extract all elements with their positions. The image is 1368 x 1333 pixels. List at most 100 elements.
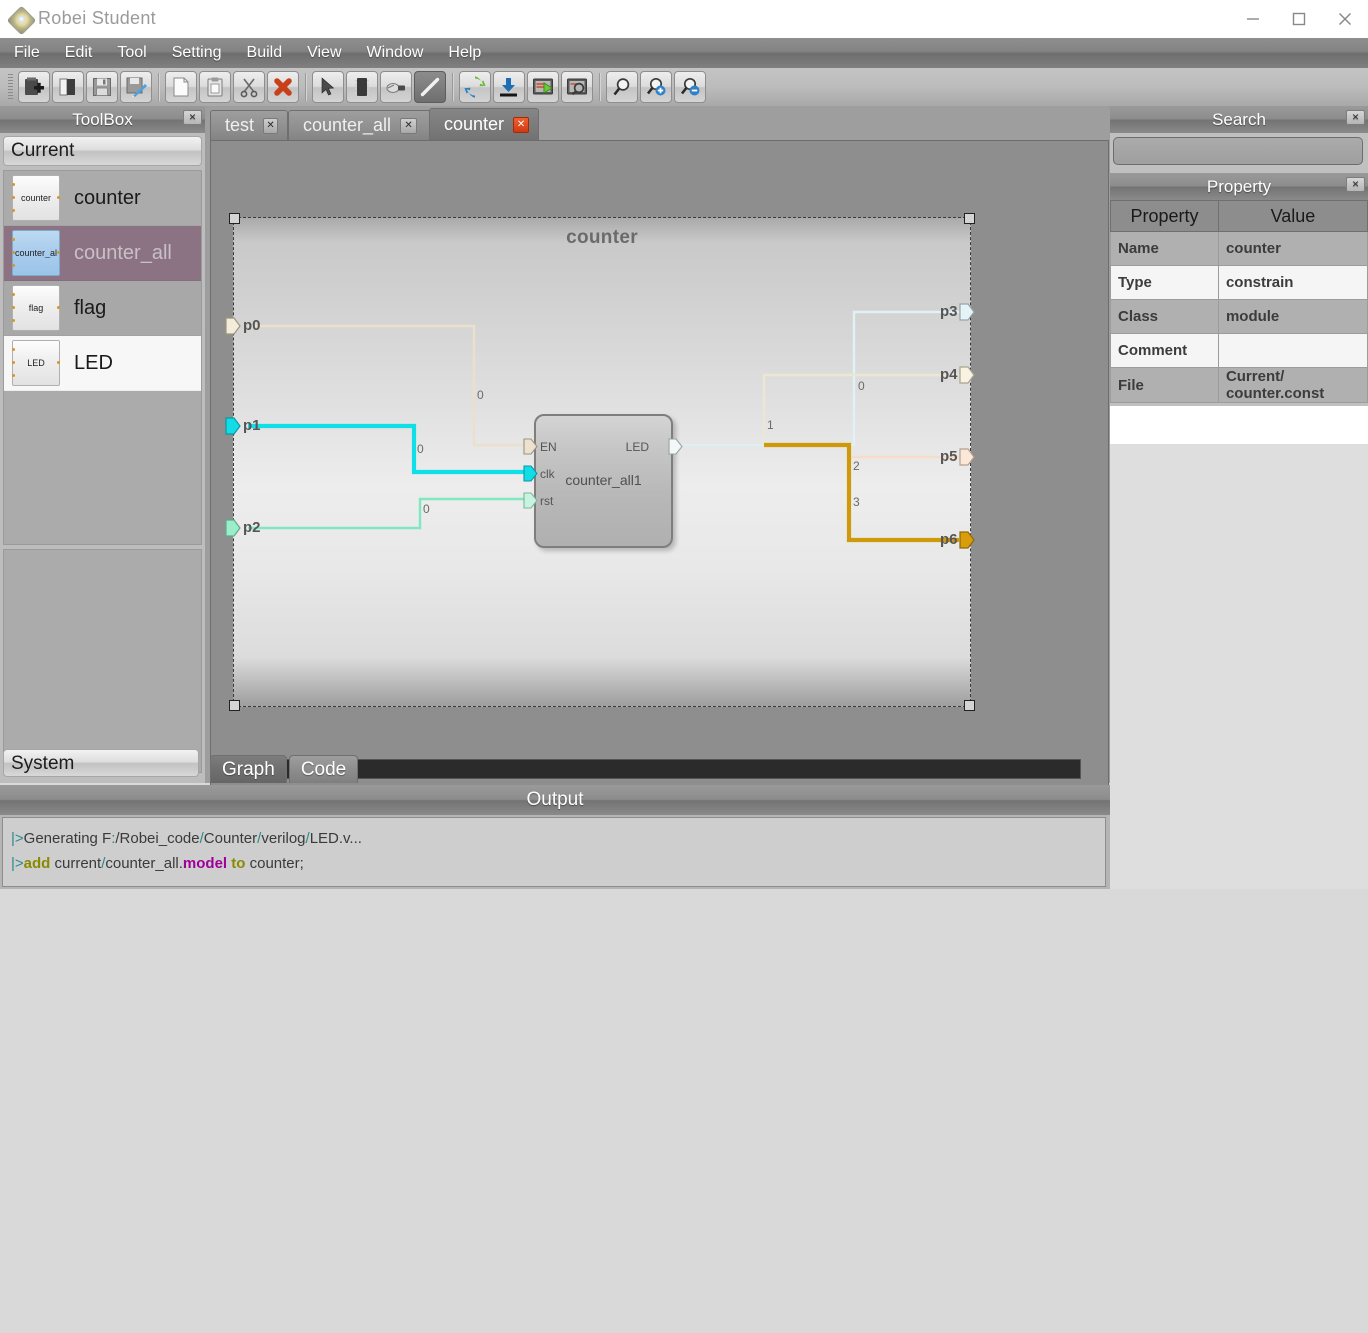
list-item[interactable]: counter counter	[4, 171, 201, 226]
table-row[interactable]: File Current/ counter.const	[1110, 367, 1368, 403]
maximize-button[interactable]	[1276, 0, 1322, 38]
property-value[interactable]: constrain	[1217, 265, 1368, 300]
robei-logo-icon	[6, 5, 37, 36]
property-title: Property	[1206, 177, 1272, 196]
copy-page-icon[interactable]	[165, 71, 197, 103]
minimize-button[interactable]	[1230, 0, 1276, 38]
tab-test[interactable]: test ✕	[210, 110, 288, 140]
output-port-p5[interactable]: p5	[940, 448, 975, 466]
zoom-out-icon[interactable]	[674, 71, 706, 103]
out-seg: /Robei_code	[115, 830, 200, 847]
table-row[interactable]: Type constrain	[1110, 265, 1368, 300]
out-seg: |>	[11, 855, 24, 872]
toolbar	[0, 68, 1368, 106]
save-icon[interactable]	[86, 71, 118, 103]
column-header-property: Property	[1110, 200, 1219, 232]
output-port-p4[interactable]: p4	[940, 366, 975, 384]
port-arrow-icon	[958, 366, 975, 384]
menu-build[interactable]: Build	[236, 44, 294, 62]
block-port-rst-label: rst	[540, 494, 554, 508]
block-port-led-label: LED	[625, 440, 649, 454]
port-plug-icon[interactable]	[380, 71, 412, 103]
module-boundary[interactable]: counter 0 0 0 0 1 2 3 p0 p1 p2 p3 p4 p5 …	[225, 213, 975, 711]
module-chip-icon: counter	[12, 175, 60, 221]
menu-bar: File Edit Tool Setting Build View Window…	[0, 38, 1368, 68]
input-port-p1[interactable]: p1	[225, 417, 261, 435]
out-seg: current	[50, 855, 102, 872]
new-project-icon[interactable]	[18, 71, 50, 103]
output-port-p3[interactable]: p3	[940, 303, 975, 321]
close-icon[interactable]: ✕	[513, 116, 529, 133]
port-arrow-icon	[958, 448, 975, 466]
menu-help[interactable]: Help	[437, 44, 492, 62]
close-icon[interactable]: ✕	[263, 117, 278, 134]
search-input[interactable]	[1113, 137, 1363, 165]
zoom-in-icon[interactable]	[640, 71, 672, 103]
schematic-canvas[interactable]: counter 0 0 0 0 1 2 3 p0 p1 p2 p3 p4 p5 …	[211, 141, 1106, 819]
compile-refresh-icon[interactable]	[459, 71, 491, 103]
download-icon[interactable]	[493, 71, 525, 103]
output-console[interactable]: |>Generating F:/Robei_code/Counter/veril…	[2, 817, 1106, 887]
out-seg: Counter	[203, 830, 258, 847]
property-value[interactable]	[1217, 333, 1368, 368]
cut-scissors-icon[interactable]	[233, 71, 265, 103]
tab-counter[interactable]: counter ✕	[429, 108, 539, 140]
inspect-waveform-icon[interactable]	[561, 71, 593, 103]
out-seg: Generating F	[23, 830, 112, 847]
search-title-bar: Search ✕	[1110, 106, 1368, 133]
close-icon[interactable]: ✕	[1346, 177, 1365, 192]
table-row[interactable]: Comment	[1110, 333, 1368, 368]
delete-x-icon[interactable]	[267, 71, 299, 103]
close-icon[interactable]: ✕	[400, 117, 418, 134]
block-port-led-icon	[668, 438, 684, 460]
title-bar: Robei Student	[0, 0, 1368, 39]
schematic-canvas-frame[interactable]: counter 0 0 0 0 1 2 3 p0 p1 p2 p3 p4 p5 …	[210, 140, 1109, 854]
open-book-icon[interactable]	[52, 71, 84, 103]
tab-code[interactable]: Code	[288, 755, 359, 783]
menu-edit[interactable]: Edit	[54, 44, 104, 62]
module-icon[interactable]	[346, 71, 378, 103]
run-simulation-icon[interactable]	[527, 71, 559, 103]
input-port-p2[interactable]: p2	[225, 519, 261, 537]
editor-area: test ✕ counter_all ✕ counter ✕ counter 0…	[207, 106, 1110, 854]
property-value[interactable]: Current/ counter.const	[1217, 367, 1368, 403]
property-value[interactable]: module	[1217, 299, 1368, 334]
list-item[interactable]: flag flag	[4, 281, 201, 336]
tab-counter-all[interactable]: counter_all ✕	[288, 110, 431, 140]
input-port-p0[interactable]: p0	[225, 317, 261, 335]
right-dock: Search ✕ Property ✕ Property Value Name …	[1110, 106, 1368, 406]
toolbar-grip[interactable]	[8, 74, 13, 100]
list-item-label: counter	[74, 186, 141, 209]
select-arrow-icon[interactable]	[312, 71, 344, 103]
menu-setting[interactable]: Setting	[161, 44, 233, 62]
paste-clipboard-icon[interactable]	[199, 71, 231, 103]
close-button[interactable]	[1322, 0, 1368, 38]
wire-index-label: 0	[477, 388, 484, 402]
editor-bottom-tabs: Graph Code	[210, 753, 360, 783]
table-row[interactable]: Class module	[1110, 299, 1368, 334]
property-value[interactable]: counter	[1217, 231, 1368, 266]
menu-file[interactable]: File	[3, 44, 51, 62]
toolbox-group-system[interactable]: System	[3, 749, 199, 777]
save-as-icon[interactable]	[120, 71, 152, 103]
list-item[interactable]: LED LED	[4, 336, 201, 391]
out-seg: counter;	[245, 855, 304, 872]
panel-gap	[1110, 406, 1368, 444]
port-arrow-icon	[225, 519, 241, 537]
close-icon[interactable]: ✕	[183, 110, 202, 125]
menu-view[interactable]: View	[296, 44, 352, 62]
wire-index-label: 0	[423, 502, 430, 516]
tab-graph[interactable]: Graph	[210, 755, 287, 783]
menu-window[interactable]: Window	[356, 44, 435, 62]
zoom-fit-icon[interactable]	[606, 71, 638, 103]
menu-tool[interactable]: Tool	[106, 44, 157, 62]
table-row[interactable]: Name counter	[1110, 231, 1368, 266]
output-port-p6[interactable]: p6	[940, 531, 975, 549]
property-key: Comment	[1110, 333, 1219, 368]
toolbox-group-current[interactable]: Current	[3, 136, 202, 166]
close-icon[interactable]: ✕	[1346, 110, 1365, 125]
wire-pen-icon[interactable]	[414, 71, 446, 103]
list-item[interactable]: counter_al counter_all	[4, 226, 201, 281]
out-seg: counter_all.	[105, 855, 183, 872]
module-instance-counter-all1[interactable]: counter_all1 EN clk rst LED	[523, 414, 683, 548]
